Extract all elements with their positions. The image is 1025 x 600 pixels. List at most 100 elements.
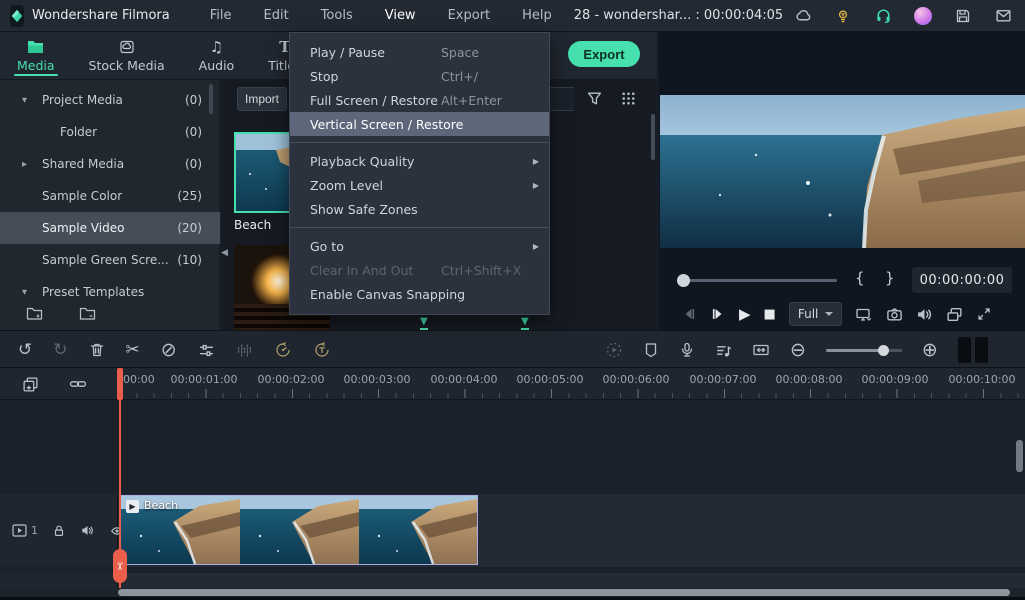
menubar-item[interactable]: Help (510, 4, 564, 27)
snapshot-camera-icon[interactable] (886, 306, 903, 323)
audio-stretch-icon[interactable] (236, 342, 253, 359)
delete-icon[interactable] (89, 342, 105, 358)
fullscreen-icon[interactable] (976, 306, 992, 322)
view-menu-item[interactable]: Play / Pause Space (290, 40, 549, 64)
view-menu-item[interactable]: Zoom Level (290, 173, 549, 197)
expand-arrow-icon[interactable] (22, 287, 42, 298)
next-frame-button[interactable] (710, 306, 726, 322)
timeline-ruler[interactable]: 00:00 00:00:01:00 00:00:02:00 00:00:03:0… (118, 368, 1025, 400)
voiceover-mic-icon[interactable] (679, 342, 695, 358)
import-button[interactable]: Import (237, 87, 287, 111)
text-to-speech-icon[interactable] (313, 341, 331, 359)
ruler-label: 00:00:06:00 (602, 373, 670, 386)
marker-icon[interactable] (643, 342, 659, 358)
speed-ramping-icon[interactable] (274, 341, 292, 359)
lock-icon[interactable] (52, 524, 66, 538)
redo-icon[interactable]: ↻ (53, 341, 67, 359)
sidebar-item[interactable]: Project Media (0) (0, 84, 220, 116)
download-badge-icon[interactable]: ▼ (521, 317, 529, 330)
media-item-beach-thumbnail[interactable] (234, 132, 292, 213)
mark-in-button[interactable]: { (855, 269, 865, 287)
collapse-panel-icon[interactable]: ◀ (221, 248, 228, 258)
beat-detection-icon[interactable] (715, 342, 732, 359)
timeline-horizontal-scrollbar[interactable] (0, 588, 1025, 597)
export-button[interactable]: Export (568, 41, 640, 67)
menubar-item[interactable]: View (373, 4, 428, 27)
zoom-in-icon[interactable]: ⊕ (922, 340, 938, 360)
cloud-icon[interactable] (783, 0, 823, 32)
menubar-item[interactable]: File (198, 4, 244, 27)
preview-video-canvas[interactable] (660, 95, 1025, 249)
view-menu-item[interactable]: Vertical Screen / Restore (290, 112, 549, 136)
view-menu-item[interactable]: Playback Quality (290, 149, 549, 173)
account-avatar[interactable] (903, 0, 943, 32)
timeline-vertical-scrollbar[interactable] (1016, 436, 1023, 600)
fit-timeline-icon[interactable] (752, 342, 770, 358)
sidebar-item[interactable]: Sample Video (20) (0, 212, 220, 244)
zoom-slider-thumb[interactable] (877, 345, 889, 356)
support-headset-icon[interactable] (863, 0, 903, 32)
timeline-toolbar: ↺ ↻ ✂ ⊘ ⊖ ⊕ (0, 330, 1025, 368)
mute-track-icon[interactable] (80, 523, 95, 538)
search-input[interactable] (546, 87, 574, 111)
sidebar-item-label: Sample Video (42, 221, 125, 235)
sidebar-item[interactable]: Sample Color (25) (0, 180, 220, 212)
tips-bulb-icon[interactable] (823, 0, 863, 32)
zoom-out-icon[interactable]: ⊖ (790, 340, 806, 360)
tab-audio[interactable]: ♫ Audio (182, 32, 252, 79)
playhead-scissors-handle[interactable]: ✂ (113, 549, 127, 583)
crop-icon[interactable]: ⊘ (161, 340, 177, 360)
sidebar-scrollbar[interactable] (209, 84, 213, 114)
play-button[interactable]: ▶ (739, 305, 751, 323)
stop-button[interactable]: ■ (764, 307, 776, 322)
render-preview-icon[interactable] (605, 341, 623, 359)
view-menu-item[interactable]: Clear In And Out Ctrl+Shift+X (290, 258, 549, 282)
menubar-item[interactable]: Tools (309, 4, 365, 27)
filter-icon[interactable] (586, 90, 603, 107)
media-panel-scrollbar[interactable] (651, 114, 655, 160)
view-menu-item[interactable]: Go to (290, 234, 549, 258)
grid-view-icon[interactable] (620, 90, 637, 107)
vertical-scrollbar-thumb[interactable] (1016, 440, 1023, 472)
view-menu-item[interactable]: Show Safe Zones (290, 197, 549, 221)
picture-in-picture-icon[interactable] (946, 306, 963, 323)
sidebar-item-count: (0) (185, 93, 202, 107)
undo-icon[interactable]: ↺ (18, 341, 32, 359)
ruler-label: 00:00:09:00 (861, 373, 929, 386)
view-menu-item[interactable]: Stop Ctrl+/ (290, 64, 549, 88)
new-folder-icon[interactable] (26, 306, 43, 321)
expand-arrow-icon[interactable] (22, 95, 42, 106)
sidebar-item[interactable]: Folder (0) (0, 116, 220, 148)
display-device-icon[interactable] (855, 306, 873, 323)
playhead-marker[interactable] (117, 368, 123, 400)
panel-layout-toggle[interactable] (957, 337, 988, 363)
expand-arrow-icon[interactable] (22, 159, 42, 170)
download-badge-icon[interactable]: ▼ (420, 317, 428, 330)
delete-folder-icon[interactable] (79, 306, 96, 321)
preview-timecode[interactable]: 00:00:00:00 (912, 267, 1012, 293)
timeline-zoom-slider[interactable] (825, 343, 902, 357)
tab-stock-media[interactable]: Stock Media (72, 32, 182, 79)
scrubber-knob[interactable] (677, 274, 690, 287)
horizontal-scrollbar-thumb[interactable] (118, 589, 1010, 596)
adjust-icon[interactable] (198, 342, 215, 359)
previous-frame-button[interactable] (681, 306, 697, 322)
menu-separator (290, 142, 549, 143)
menubar-item[interactable]: Edit (252, 4, 301, 27)
mark-out-button[interactable]: } (885, 269, 895, 287)
playback-quality-dropdown[interactable]: Full (788, 302, 843, 326)
sidebar-item[interactable]: Shared Media (0) (0, 148, 220, 180)
scrubber-track[interactable] (677, 279, 837, 282)
menubar-item[interactable]: Export (436, 4, 503, 27)
feedback-mail-icon[interactable] (983, 0, 1023, 32)
volume-icon[interactable] (916, 306, 933, 323)
view-menu-item[interactable]: Full Screen / Restore Alt+Enter (290, 88, 549, 112)
sidebar-item[interactable]: Sample Green Scre... (10) (0, 244, 220, 276)
link-clips-icon[interactable] (69, 377, 87, 391)
timeline-clip-beach[interactable]: ▶ Beach (119, 494, 480, 566)
view-menu-item[interactable]: Enable Canvas Snapping (290, 282, 549, 306)
save-icon[interactable] (943, 0, 983, 32)
tab-media[interactable]: Media (0, 32, 72, 79)
split-scissors-icon[interactable]: ✂ (126, 341, 140, 359)
manage-tracks-icon[interactable] (22, 376, 39, 393)
